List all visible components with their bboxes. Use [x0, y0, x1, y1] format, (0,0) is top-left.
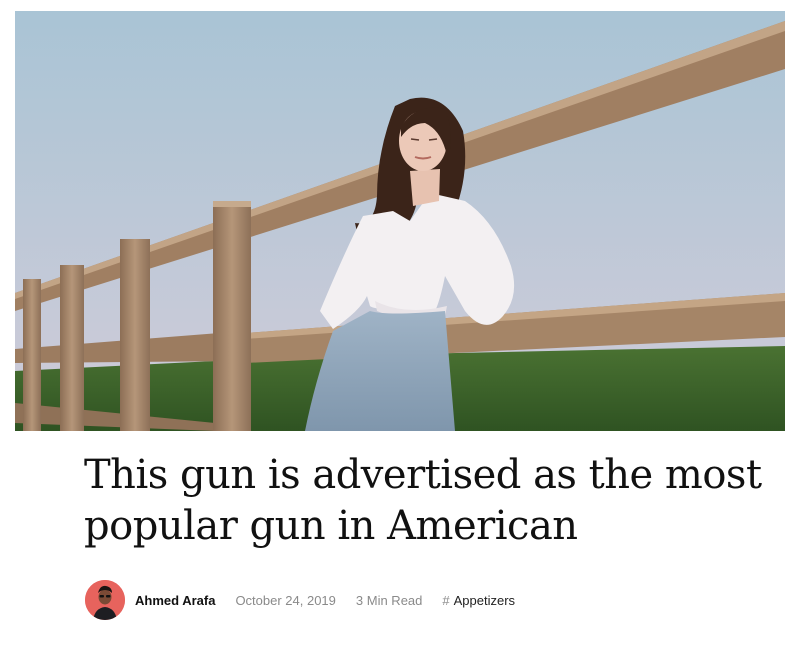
category-link[interactable]: # Appetizers: [442, 593, 515, 608]
hash-icon: #: [442, 592, 450, 608]
post-meta: Ahmed Arafa October 24, 2019 3 Min Read …: [85, 580, 515, 620]
post-title[interactable]: This gun is advertised as the most popul…: [84, 450, 764, 552]
avatar-image: [85, 580, 125, 620]
category-label: Appetizers: [453, 592, 516, 608]
author-avatar[interactable]: [85, 580, 125, 620]
post-date: October 24, 2019: [235, 592, 336, 608]
read-time: 3 Min Read: [355, 592, 423, 608]
post-featured-image[interactable]: [15, 11, 785, 431]
author-name-link[interactable]: Ahmed Arafa: [135, 593, 215, 608]
featured-photo: [15, 11, 785, 431]
